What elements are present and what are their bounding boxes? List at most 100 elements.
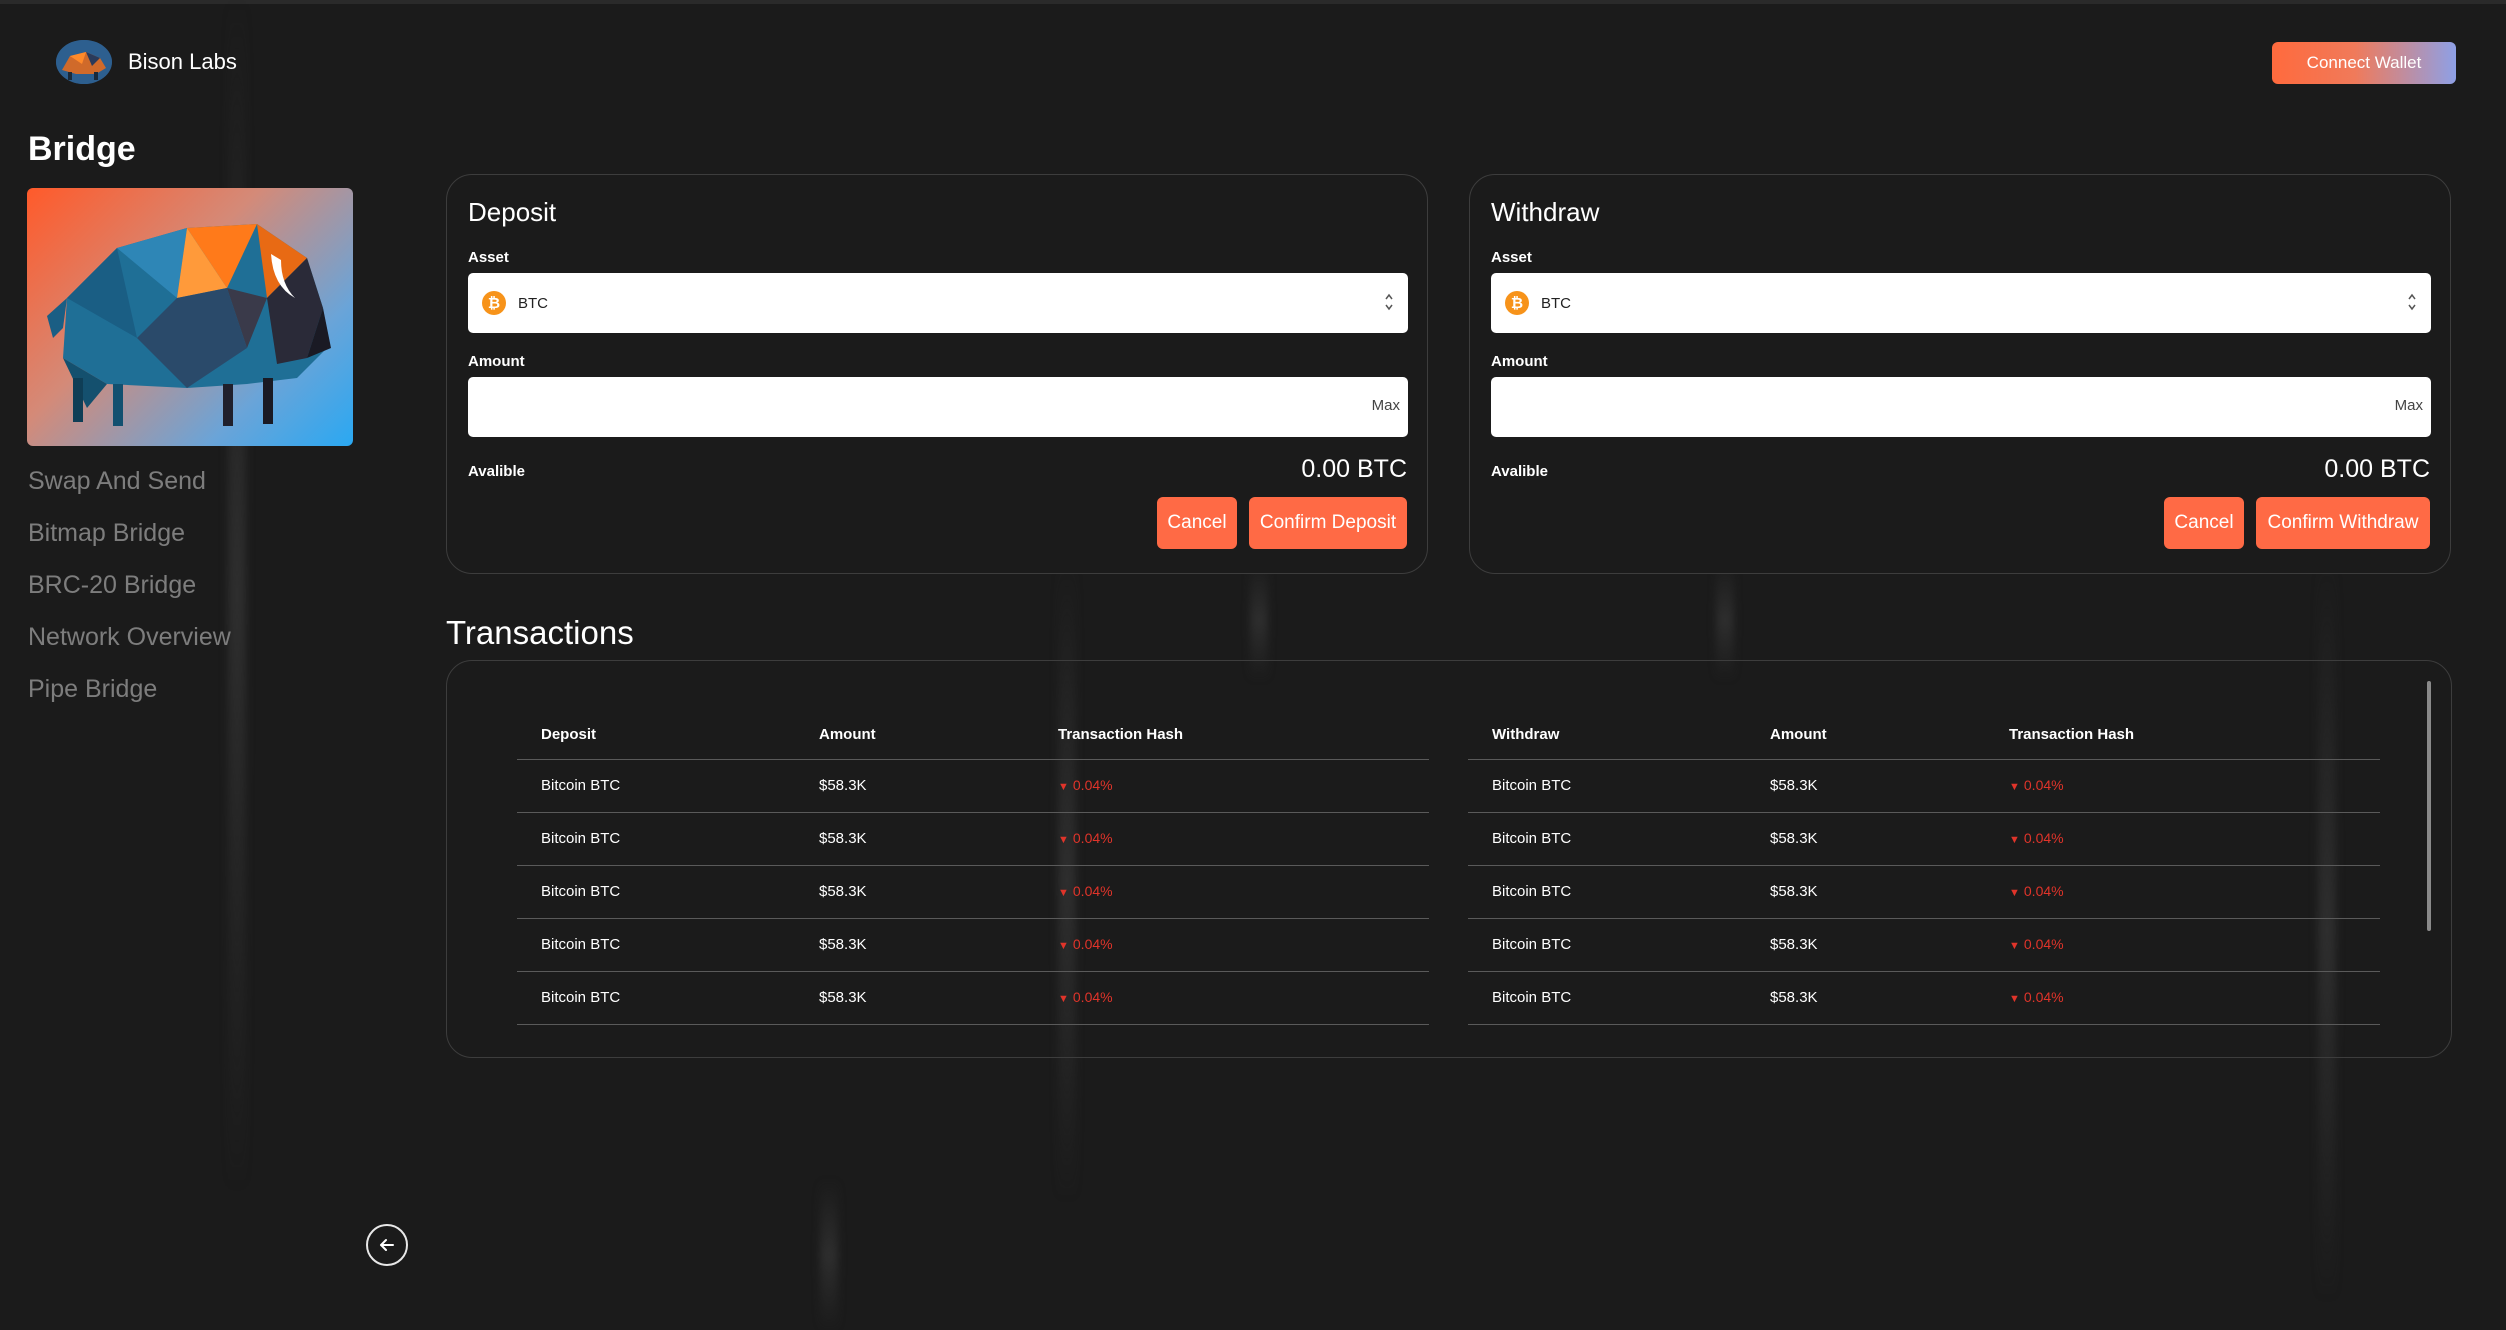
bitcoin-icon: ₿ bbox=[1505, 291, 1529, 315]
bison-logo-icon bbox=[56, 40, 112, 84]
amount-cell: $58.3K bbox=[819, 918, 1058, 972]
table-header-row: Withdraw Amount Transaction Hash bbox=[1468, 711, 2380, 760]
table-row[interactable]: Bitcoin BTC $58.3K ▼ 0.04% bbox=[1468, 918, 2380, 972]
select-chevrons-icon bbox=[1384, 291, 1394, 313]
hash-value: 0.04% bbox=[1072, 830, 1113, 846]
column-header: Amount bbox=[1770, 711, 2009, 760]
hash-value: 0.04% bbox=[1072, 883, 1113, 899]
table-row[interactable]: Bitcoin BTC $58.3K ▼ 0.04% bbox=[1468, 812, 2380, 866]
hash-cell: ▼ 0.04% bbox=[1058, 759, 1429, 813]
asset-cell: Bitcoin BTC bbox=[517, 812, 819, 866]
sidebar-item-bitmap-bridge[interactable]: Bitmap Bridge bbox=[28, 514, 231, 566]
bison-hero-image bbox=[27, 188, 353, 446]
deposit-transactions-table: Deposit Amount Transaction Hash Bitcoin … bbox=[517, 711, 1429, 1025]
deposit-card: Deposit Asset ₿ BTC Amount Max Avalible … bbox=[446, 174, 1428, 574]
sidebar-nav: Swap And Send Bitmap Bridge BRC-20 Bridg… bbox=[28, 462, 231, 722]
deposit-available-label: Avalible bbox=[468, 463, 525, 480]
deposit-cancel-button[interactable]: Cancel bbox=[1157, 497, 1237, 549]
amount-cell: $58.3K bbox=[1770, 759, 2009, 813]
table-row[interactable]: Bitcoin BTC $58.3K ▼ 0.04% bbox=[517, 971, 1429, 1025]
deposit-amount-field: Max bbox=[468, 377, 1408, 437]
down-triangle-icon: ▼ bbox=[2009, 940, 2020, 952]
confirm-withdraw-button[interactable]: Confirm Withdraw bbox=[2256, 497, 2430, 549]
hash-value: 0.04% bbox=[1072, 936, 1113, 952]
down-triangle-icon: ▼ bbox=[1058, 887, 1069, 899]
withdraw-amount-label: Amount bbox=[1491, 353, 1548, 370]
select-chevrons-icon bbox=[2407, 291, 2417, 313]
asset-cell: Bitcoin BTC bbox=[1468, 918, 1770, 972]
withdraw-asset-value: BTC bbox=[1541, 294, 1571, 312]
asset-cell: Bitcoin BTC bbox=[517, 759, 819, 813]
withdraw-asset-select[interactable]: ₿ BTC bbox=[1491, 273, 2431, 333]
sidebar-item-brc20-bridge[interactable]: BRC-20 Bridge bbox=[28, 566, 231, 618]
table-row[interactable]: Bitcoin BTC $58.3K ▼ 0.04% bbox=[517, 918, 1429, 972]
scrollbar[interactable] bbox=[2427, 681, 2431, 931]
hash-value: 0.04% bbox=[2023, 936, 2064, 952]
deposit-amount-label: Amount bbox=[468, 353, 525, 370]
deposit-asset-select[interactable]: ₿ BTC bbox=[468, 273, 1408, 333]
confirm-deposit-button[interactable]: Confirm Deposit bbox=[1249, 497, 1407, 549]
withdraw-cancel-button[interactable]: Cancel bbox=[2164, 497, 2244, 549]
column-header: Amount bbox=[819, 711, 1058, 760]
table-row[interactable]: Bitcoin BTC $58.3K ▼ 0.04% bbox=[517, 759, 1429, 813]
withdraw-amount-input[interactable] bbox=[1491, 377, 2351, 437]
hash-value: 0.04% bbox=[2023, 883, 2064, 899]
column-header: Transaction Hash bbox=[2009, 711, 2380, 760]
down-triangle-icon: ▼ bbox=[2009, 781, 2020, 793]
sidebar-item-network-overview[interactable]: Network Overview bbox=[28, 618, 231, 670]
down-triangle-icon: ▼ bbox=[2009, 887, 2020, 899]
withdraw-amount-field: Max bbox=[1491, 377, 2431, 437]
sidebar-title: Bridge bbox=[28, 130, 136, 168]
hash-cell: ▼ 0.04% bbox=[2009, 865, 2380, 919]
hash-value: 0.04% bbox=[1072, 777, 1113, 793]
deposit-asset-label: Asset bbox=[468, 249, 509, 266]
hash-cell: ▼ 0.04% bbox=[2009, 812, 2380, 866]
hash-cell: ▼ 0.04% bbox=[2009, 971, 2380, 1025]
arrow-left-icon bbox=[380, 1239, 394, 1251]
table-row[interactable]: Bitcoin BTC $58.3K ▼ 0.04% bbox=[517, 812, 1429, 866]
hash-cell: ▼ 0.04% bbox=[2009, 759, 2380, 813]
hash-cell: ▼ 0.04% bbox=[1058, 865, 1429, 919]
brand-name: Bison Labs bbox=[128, 49, 237, 74]
asset-cell: Bitcoin BTC bbox=[517, 971, 819, 1025]
table-row[interactable]: Bitcoin BTC $58.3K ▼ 0.04% bbox=[517, 865, 1429, 919]
hash-cell: ▼ 0.04% bbox=[1058, 971, 1429, 1025]
asset-cell: Bitcoin BTC bbox=[517, 865, 819, 919]
hash-cell: ▼ 0.04% bbox=[1058, 918, 1429, 972]
connect-wallet-button[interactable]: Connect Wallet bbox=[2272, 42, 2456, 84]
top-border bbox=[0, 0, 2506, 4]
column-header: Withdraw bbox=[1468, 711, 1770, 760]
down-triangle-icon: ▼ bbox=[1058, 993, 1069, 1005]
sidebar-item-swap-and-send[interactable]: Swap And Send bbox=[28, 462, 231, 514]
table-header-row: Deposit Amount Transaction Hash bbox=[517, 711, 1429, 760]
asset-cell: Bitcoin BTC bbox=[1468, 865, 1770, 919]
withdraw-title: Withdraw bbox=[1491, 197, 1600, 227]
table-row[interactable]: Bitcoin BTC $58.3K ▼ 0.04% bbox=[1468, 759, 2380, 813]
amount-cell: $58.3K bbox=[819, 812, 1058, 866]
deposit-max-button[interactable]: Max bbox=[1372, 397, 1400, 414]
hash-value: 0.04% bbox=[1072, 989, 1113, 1005]
collapse-sidebar-button[interactable] bbox=[366, 1224, 408, 1266]
withdraw-max-button[interactable]: Max bbox=[2395, 397, 2423, 414]
amount-cell: $58.3K bbox=[1770, 971, 2009, 1025]
amount-cell: $58.3K bbox=[1770, 812, 2009, 866]
bitcoin-icon: ₿ bbox=[482, 291, 506, 315]
table-row[interactable]: Bitcoin BTC $58.3K ▼ 0.04% bbox=[1468, 865, 2380, 919]
deposit-available-value: 0.00 BTC bbox=[1301, 455, 1407, 483]
hash-value: 0.04% bbox=[2023, 830, 2064, 846]
table-row[interactable]: Bitcoin BTC $58.3K ▼ 0.04% bbox=[1468, 971, 2380, 1025]
hash-value: 0.04% bbox=[2023, 777, 2064, 793]
hash-cell: ▼ 0.04% bbox=[2009, 918, 2380, 972]
withdraw-transactions-table: Withdraw Amount Transaction Hash Bitcoin… bbox=[1468, 711, 2380, 1025]
column-header: Transaction Hash bbox=[1058, 711, 1429, 760]
deposit-title: Deposit bbox=[468, 197, 557, 227]
down-triangle-icon: ▼ bbox=[2009, 993, 2020, 1005]
withdraw-card: Withdraw Asset ₿ BTC Amount Max Avalible… bbox=[1469, 174, 2451, 574]
asset-cell: Bitcoin BTC bbox=[1468, 759, 1770, 813]
deposit-amount-input[interactable] bbox=[468, 377, 1328, 437]
brand[interactable]: Bison Labs bbox=[56, 40, 237, 84]
withdraw-available-label: Avalible bbox=[1491, 463, 1548, 480]
amount-cell: $58.3K bbox=[1770, 865, 2009, 919]
deposit-asset-value: BTC bbox=[518, 294, 548, 312]
sidebar-item-pipe-bridge[interactable]: Pipe Bridge bbox=[28, 670, 231, 722]
